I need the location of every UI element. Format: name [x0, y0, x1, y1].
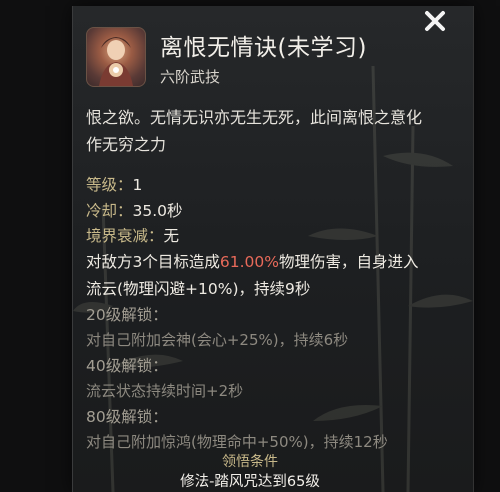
stat-label: 境界衰减：	[86, 227, 164, 245]
stat-value: 35.0秒	[132, 202, 183, 220]
condition-title: 领悟条件	[222, 454, 278, 470]
close-button[interactable]	[418, 4, 452, 38]
condition-value: 修法-踏风咒达到65级	[180, 474, 320, 490]
stat-realm-decay: 境界衰减：无	[86, 224, 179, 246]
close-icon	[425, 11, 445, 31]
unlock-80-text: 对自己附加惊鸿(物理命中+50%)，持续12秒	[86, 433, 388, 451]
unlock-20-label: 20级解锁：	[86, 306, 168, 324]
effect-text-pre: 对敌方3个目标造成	[86, 253, 220, 271]
skill-category: 六阶武技	[160, 68, 221, 86]
stat-level: 等级：1	[86, 173, 142, 195]
stat-label: 等级：	[86, 176, 133, 194]
unlock-40-label: 40级解锁：	[86, 357, 168, 375]
effect-damage-percent: 61.00%	[219, 253, 279, 271]
unlock-80-label: 80级解锁：	[86, 408, 168, 426]
skill-description: 恨之欲。无情无识亦无生无死，此间离恨之意化作无穷之力	[86, 108, 423, 154]
skill-effect: 对敌方3个目标造成61.00%物理伤害，自身进入流云(物理闪避+10%)，持续9…	[86, 249, 426, 303]
stat-label: 冷却：	[86, 202, 133, 220]
skill-portrait-icon	[86, 27, 146, 87]
unlock-40-text: 流云状态持续时间+2秒	[86, 382, 244, 400]
skill-title: 离恨无情诀(未学习)	[160, 35, 367, 61]
stat-value: 无	[163, 227, 180, 245]
stat-cooldown: 冷却：35.0秒	[86, 199, 183, 221]
unlock-20-text: 对自己附加会神(会心+25%)，持续6秒	[86, 331, 349, 349]
stat-value: 1	[132, 176, 143, 194]
